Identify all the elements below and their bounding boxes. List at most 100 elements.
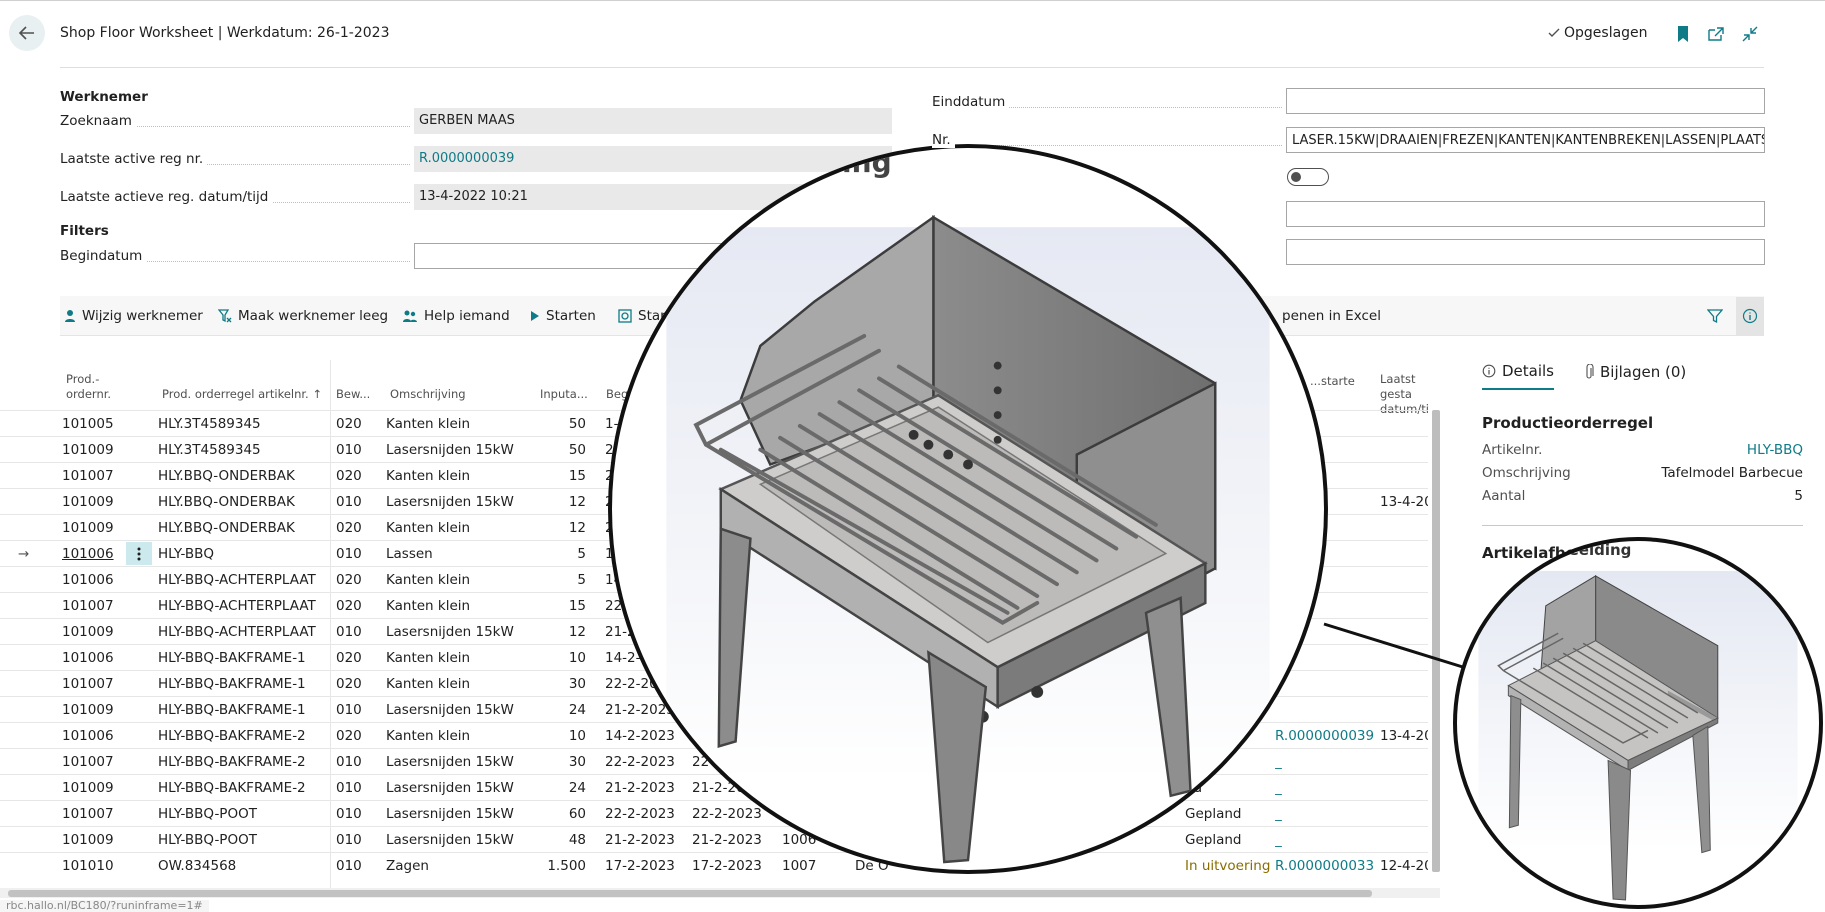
factbox-desc-label: Omschrijving — [1482, 465, 1571, 481]
cell-order[interactable]: 101010 — [62, 858, 122, 874]
cell-qty: 30 — [568, 676, 586, 692]
cell-op: 010 — [336, 442, 362, 458]
cell-item[interactable]: HLY.BBQ-ONDERBAK — [158, 494, 328, 510]
cell-order[interactable]: 101007 — [62, 676, 122, 692]
cell-order[interactable]: 101006 — [62, 728, 122, 744]
cell-item[interactable]: HLY-BBQ-POOT — [158, 832, 328, 848]
cell-item[interactable]: HLY-BBQ-BAKFRAME-2 — [158, 754, 328, 770]
col-description[interactable]: Omschrijving — [390, 387, 466, 402]
cell-item[interactable]: HLY-BBQ-POOT — [158, 806, 328, 822]
cell-qty: 5 — [577, 546, 586, 562]
last-reg-datetime-label: Laatste actieve reg. datum/tijd — [60, 189, 410, 207]
cell-order[interactable]: 101009 — [62, 624, 122, 640]
cell-item[interactable]: HLY-BBQ-BAKFRAME-2 — [158, 780, 328, 796]
cell-qty: 12 — [568, 494, 586, 510]
cell-qty: 5 — [577, 572, 586, 588]
cell-desc: Lasersnijden 15kW — [386, 780, 514, 796]
magnified-callout: ding — [608, 144, 1328, 874]
open-new-window-icon — [1708, 27, 1724, 41]
end-date-input[interactable] — [1286, 88, 1765, 114]
cell-op: 020 — [336, 650, 362, 666]
cell-item[interactable]: HLY-BBQ-ACHTERPLAAT — [158, 624, 328, 640]
factbox-item-value[interactable]: HLY-BBQ — [1747, 442, 1803, 458]
clear-employee-button[interactable]: Maak werknemer leeg — [218, 308, 388, 324]
cell-item[interactable]: HLY-BBQ-BAKFRAME-2 — [158, 728, 328, 744]
cell-item[interactable]: HLY.3T4589345 — [158, 442, 328, 458]
bookmark-icon — [1678, 26, 1688, 42]
row-menu-button[interactable] — [126, 542, 152, 565]
filter-pane-button[interactable] — [1704, 305, 1726, 327]
cell-item[interactable]: HLY-BBQ-ACHTERPLAAT — [158, 598, 328, 614]
cell-qty: 12 — [568, 624, 586, 640]
tab-attachments[interactable]: Bijlagen (0) — [1584, 362, 1686, 390]
cell-op: 010 — [336, 702, 362, 718]
cell-item[interactable]: HLY-BBQ — [158, 546, 328, 562]
cell-item[interactable]: HLY-BBQ-BAKFRAME-1 — [158, 650, 328, 666]
cell-reg-datetime: 13-4-20 — [1380, 494, 1428, 510]
cell-order[interactable]: 101005 — [62, 416, 122, 432]
help-someone-button[interactable]: Help iemand — [402, 308, 510, 324]
cell-item[interactable]: HLY.BBQ-ONDERBAK — [158, 468, 328, 484]
open-new-window-button[interactable] — [1705, 23, 1727, 45]
cell-order[interactable]: 101006 — [62, 546, 122, 562]
current-row-arrow-icon: → — [18, 546, 30, 562]
top-border — [0, 0, 1825, 1]
filter-input-4[interactable] — [1286, 239, 1765, 265]
cell-item[interactable]: HLY-BBQ-ACHTERPLAAT — [158, 572, 328, 588]
cell-desc: Zagen — [386, 858, 429, 874]
horizontal-scrollbar[interactable] — [8, 890, 1372, 897]
cell-op: 010 — [336, 754, 362, 770]
cell-qty: 24 — [568, 702, 586, 718]
cell-item[interactable]: OW.834568 — [158, 858, 328, 874]
back-button[interactable] — [9, 15, 45, 51]
cell-desc: Kanten klein — [386, 416, 471, 432]
cell-desc: Lasersnijden 15kW — [386, 754, 514, 770]
cell-item[interactable]: HLY-BBQ-BAKFRAME-1 — [158, 676, 328, 692]
cell-order[interactable]: 101009 — [62, 442, 122, 458]
saved-label: Opgeslagen — [1564, 25, 1648, 41]
check-icon — [1548, 28, 1560, 37]
cell-order[interactable]: 101007 — [62, 468, 122, 484]
cell-op: 020 — [336, 728, 362, 744]
factbox-toggle-button[interactable] — [1736, 297, 1764, 335]
saved-status: Opgeslagen — [1547, 25, 1648, 41]
search-name-label: Zoeknaam — [60, 113, 410, 131]
collapse-button[interactable] — [1739, 23, 1761, 45]
factbox-divider — [1482, 525, 1803, 526]
change-employee-button[interactable]: Wijzig werknemer — [64, 308, 203, 324]
header-divider — [60, 67, 1764, 68]
col-item-no[interactable]: Prod. orderregel artikelnr. ↑ — [162, 387, 322, 402]
cell-order[interactable]: 101007 — [62, 754, 122, 770]
cell-desc: Kanten klein — [386, 598, 471, 614]
group-filters: Filters — [60, 223, 109, 239]
end-date-label: Einddatum — [932, 94, 1282, 112]
cell-item[interactable]: HLY.BBQ-ONDERBAK — [158, 520, 328, 536]
cell-item[interactable]: HLY.3T4589345 — [158, 416, 328, 432]
cell-order[interactable]: 101009 — [62, 520, 122, 536]
bookmark-button[interactable] — [1672, 23, 1694, 45]
cell-qty: 48 — [568, 832, 586, 848]
cell-item[interactable]: HLY-BBQ-BAKFRAME-1 — [158, 702, 328, 718]
cell-order[interactable]: 101006 — [62, 650, 122, 666]
start-button[interactable]: Starten — [530, 308, 596, 324]
nr-filter-input[interactable]: LASER.15KW|DRAAIEN|FREZEN|KANTEN|KANTENB… — [1286, 127, 1765, 153]
cell-desc: Kanten klein — [386, 520, 471, 536]
cell-order[interactable]: 101009 — [62, 780, 122, 796]
cell-order[interactable]: 101007 — [62, 598, 122, 614]
factbox-qty-label: Aantal — [1482, 488, 1526, 504]
cell-order[interactable]: 101009 — [62, 702, 122, 718]
cell-qty: 60 — [568, 806, 586, 822]
col-input-qty[interactable]: Inputa... — [540, 387, 588, 402]
col-operation[interactable]: Bew... — [336, 387, 370, 402]
col-prod-order[interactable]: Prod.- ordernr. — [66, 372, 111, 402]
cell-order[interactable]: 101006 — [62, 572, 122, 588]
tab-details[interactable]: Details — [1482, 362, 1555, 390]
cell-order[interactable]: 101009 — [62, 494, 122, 510]
cell-desc: Lasersnijden 15kW — [386, 494, 514, 510]
filter-input-3[interactable] — [1286, 201, 1765, 227]
clear-filter-icon — [218, 309, 232, 323]
paperclip-icon — [1586, 364, 1594, 379]
cell-desc: Kanten klein — [386, 572, 471, 588]
cell-order[interactable]: 101009 — [62, 832, 122, 848]
cell-order[interactable]: 101007 — [62, 806, 122, 822]
